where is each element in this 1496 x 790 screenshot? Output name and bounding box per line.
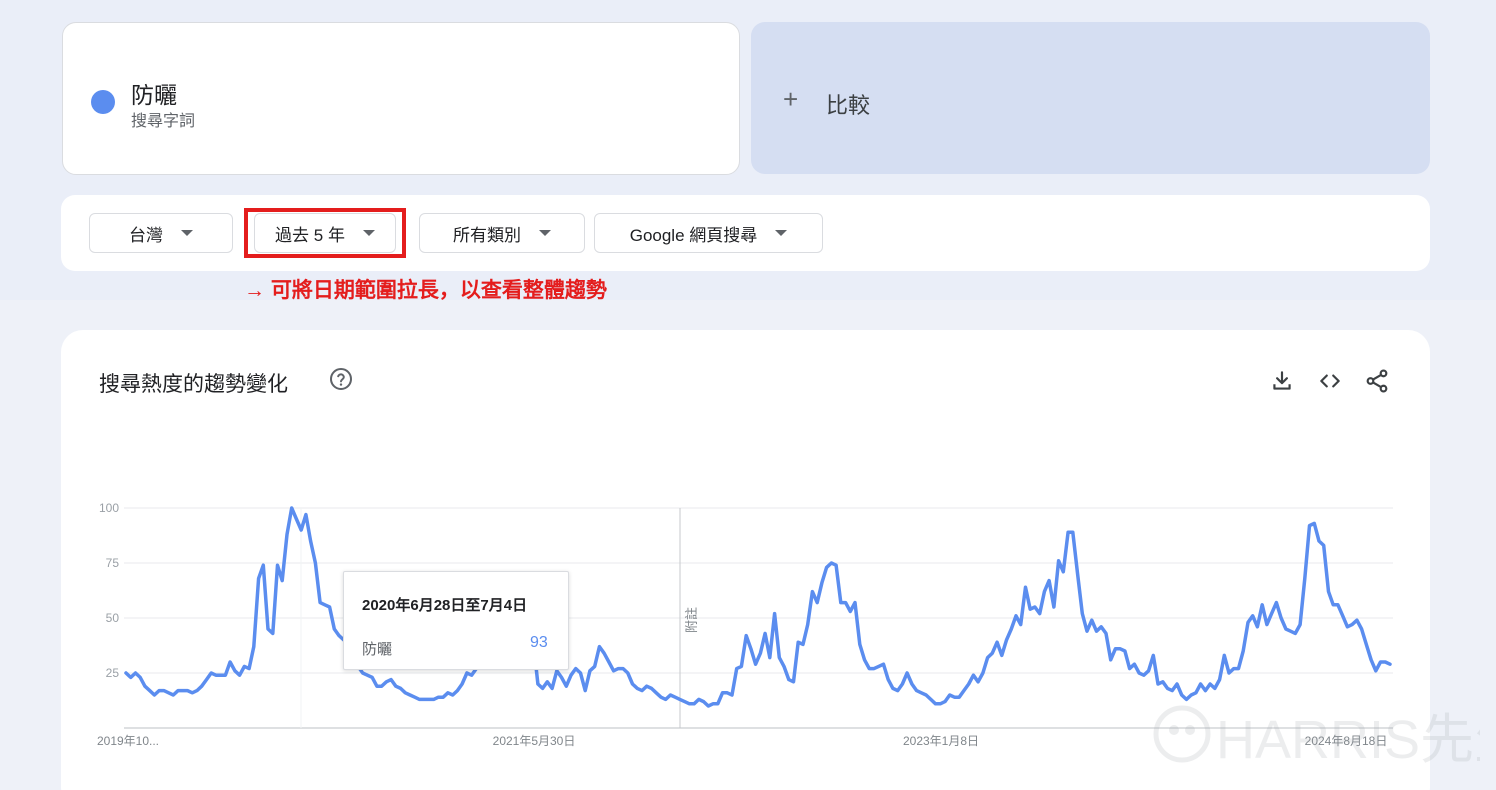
tooltip-value: 93 — [530, 634, 548, 651]
tooltip-term: 防曬 — [362, 641, 393, 658]
y-tick-label: 50 — [106, 611, 120, 625]
y-tick-label: 100 — [99, 501, 119, 515]
y-tick-label: 75 — [106, 556, 120, 570]
note-marker-label: 附註 — [684, 607, 699, 633]
x-tick-label: 2019年10... — [97, 734, 159, 748]
y-tick-label: 25 — [106, 666, 120, 680]
tooltip-date: 2020年6月28日至7月4日 — [362, 597, 528, 614]
interest-line-chart[interactable]: 100 75 50 25 附註 2019年10... 2021年5月30日 2023年1月8日… — [0, 0, 1496, 790]
series-line — [124, 506, 1392, 708]
chart-tooltip: 2020年6月28日至7月4日 防曬 93 — [343, 571, 569, 670]
x-tick-label: 2023年1月8日 — [903, 734, 979, 748]
harris-watermark-logo: HARRIS先生 — [1153, 705, 1480, 770]
watermark-text: HARRIS先生 — [1216, 710, 1480, 770]
x-tick-label: 2021年5月30日 — [493, 734, 576, 748]
